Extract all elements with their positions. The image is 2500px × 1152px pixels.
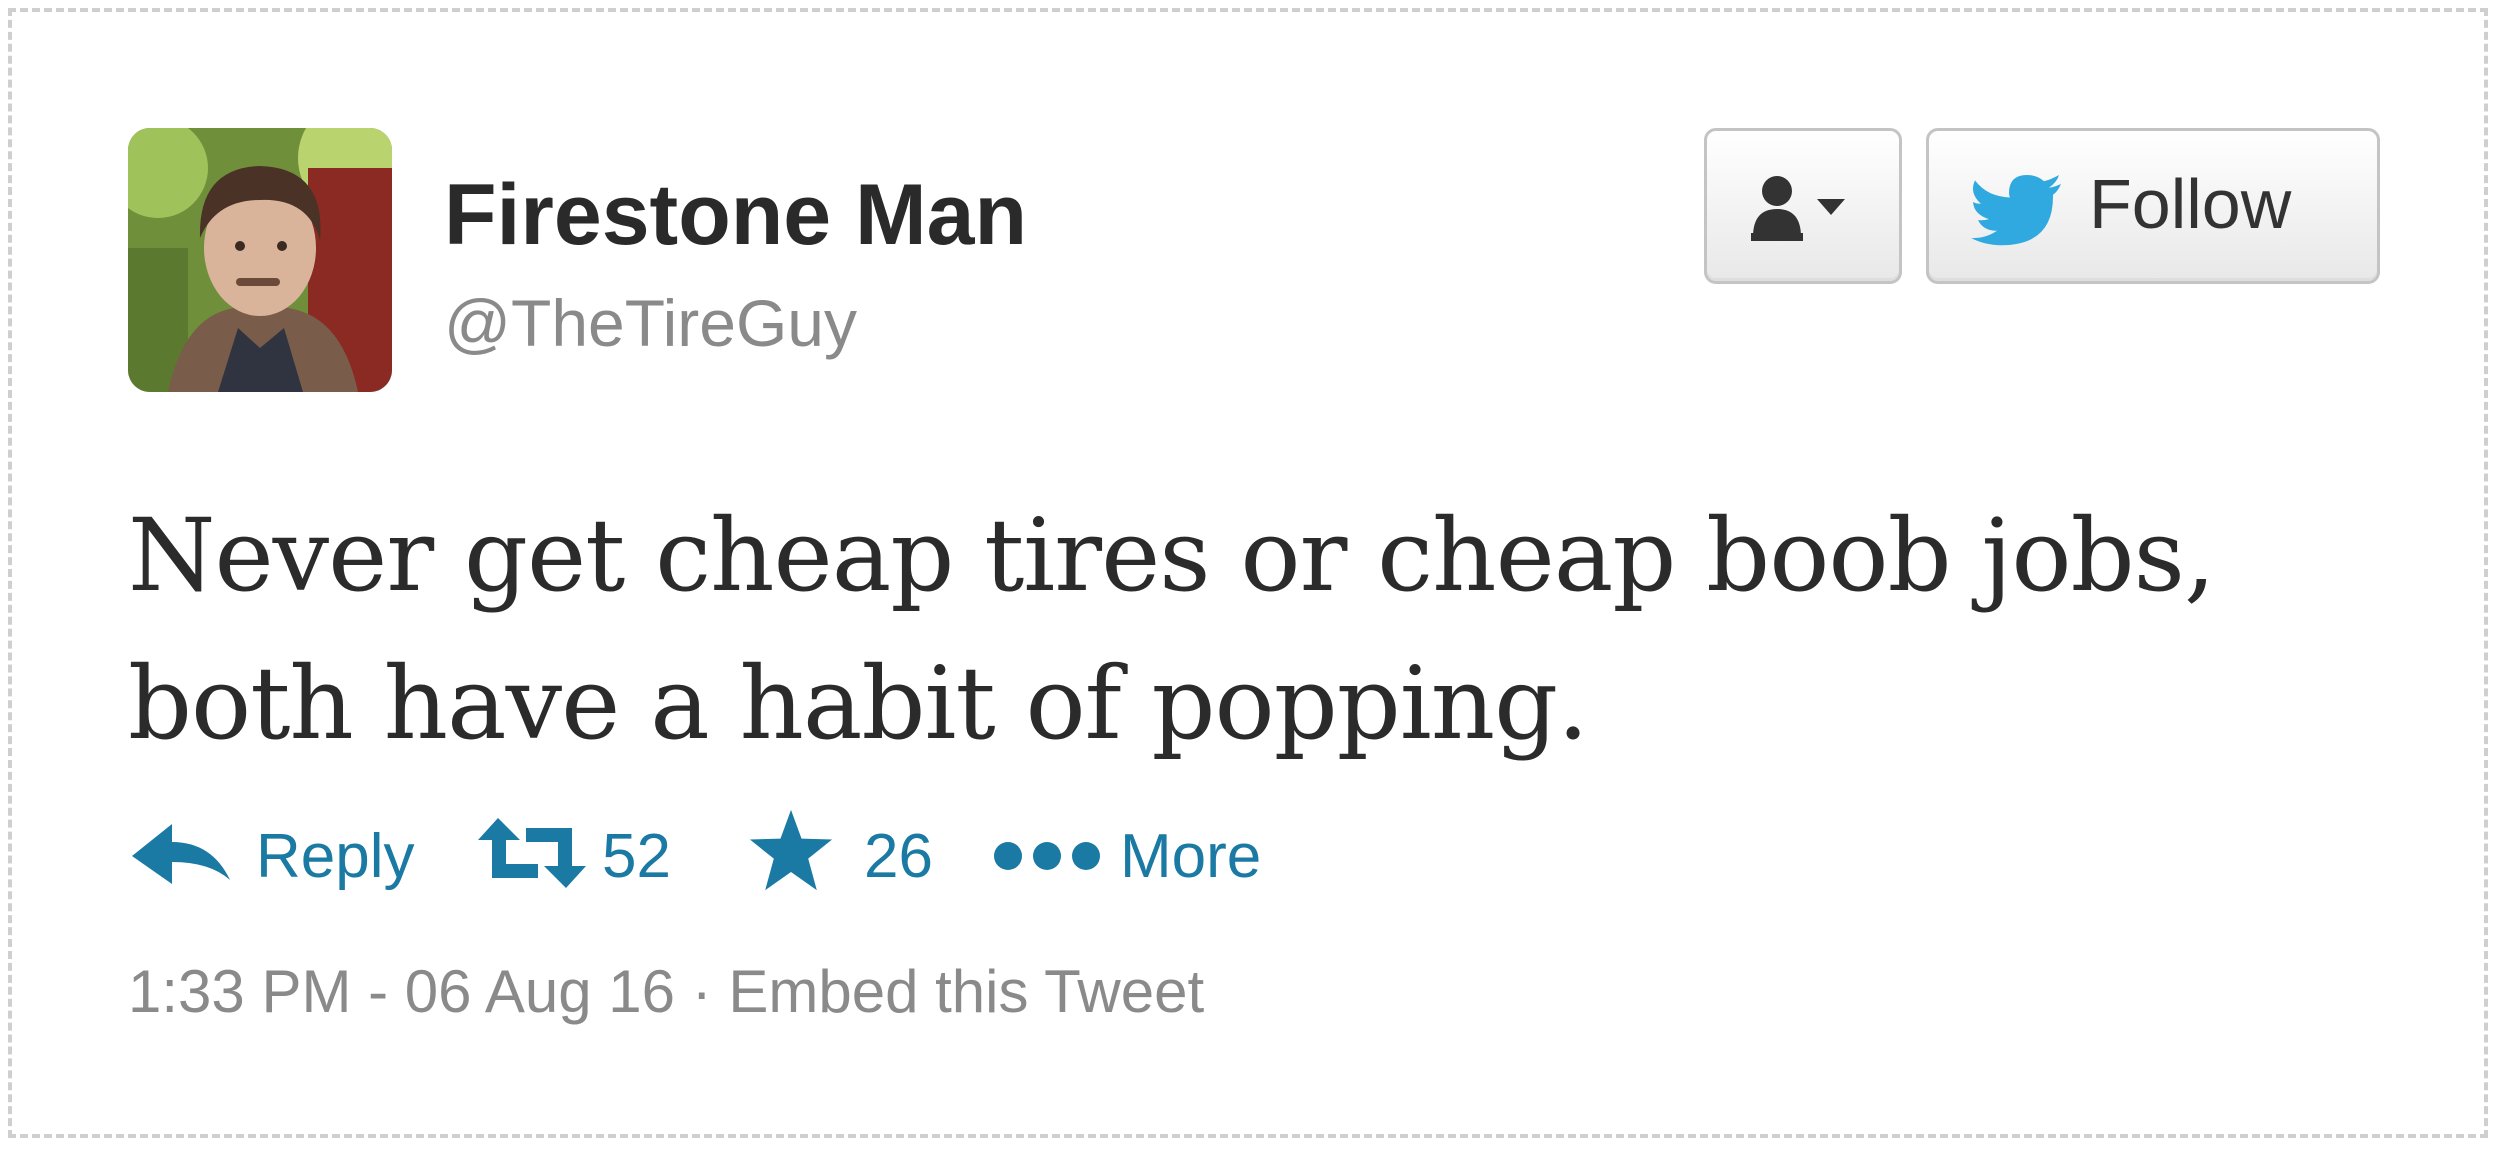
avatar-image: [128, 128, 392, 392]
reply-arrow-icon: [132, 824, 230, 884]
reply-label: Reply: [256, 822, 415, 891]
tweet-card: Firestone Man @TheTireGuy Follow Never g…: [8, 8, 2488, 1138]
retweet-icon: [478, 818, 586, 888]
avatar[interactable]: [128, 128, 392, 392]
tweet-text: Never get cheap tires or cheap boob jobs…: [128, 497, 2216, 762]
follow-label: Follow: [2089, 165, 2292, 243]
favorite-button[interactable]: 26: [748, 809, 988, 902]
more-button[interactable]: More: [992, 812, 1312, 902]
retweet-count: 52: [602, 822, 671, 891]
user-actions-button[interactable]: [1704, 128, 1902, 284]
more-dots-icon: [994, 842, 1100, 870]
more-label: More: [1120, 822, 1262, 891]
author-handle[interactable]: @TheTireGuy: [444, 290, 857, 356]
embed-tweet-link[interactable]: Embed this Tweet: [728, 958, 1204, 1025]
user-dropdown-icon: [1751, 176, 1845, 241]
retweet-button[interactable]: 52: [476, 812, 736, 902]
author-display-name[interactable]: Firestone Man: [444, 172, 1027, 258]
favorite-count: 26: [864, 822, 933, 891]
footer-separator: ·: [691, 958, 712, 1025]
reply-button[interactable]: Reply: [132, 812, 432, 902]
star-icon: [749, 809, 833, 891]
tweet-timestamp[interactable]: 1:33 PM - 06 Aug 16: [128, 958, 675, 1025]
follow-button[interactable]: Follow: [1926, 128, 2380, 284]
twitter-bird-icon: [1971, 175, 2061, 246]
tweet-footer: 1:33 PM - 06 Aug 16 · Embed this Tweet: [128, 962, 1204, 1022]
